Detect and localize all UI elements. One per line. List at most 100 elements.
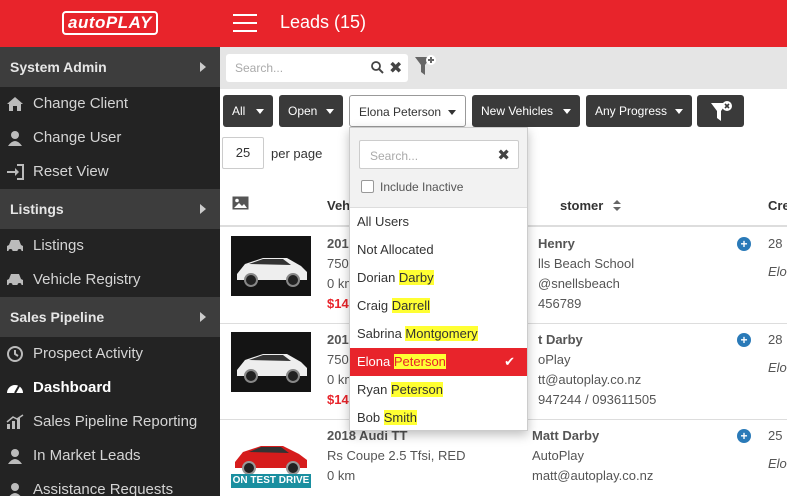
search-bar-row: Search... ✖ — [220, 47, 787, 89]
add-icon[interactable]: + — [737, 237, 751, 251]
customer-company: AutoPlay — [532, 448, 585, 463]
clear-search-icon[interactable]: ✖ — [389, 58, 402, 78]
customer-name: t Darby — [538, 332, 583, 347]
car-icon — [7, 240, 23, 253]
search-icon[interactable] — [371, 61, 384, 74]
dropdown-option[interactable]: Bob Smith — [350, 404, 527, 432]
top-bar: autoPLAY Leads (15) — [0, 0, 787, 47]
user-icon — [9, 483, 21, 496]
sidebar: System Admin Change Client Change User R… — [0, 47, 220, 496]
option-last-name: Peterson — [393, 354, 446, 369]
customer-company: lls Beach School — [538, 256, 635, 271]
option-first-name: Bob — [357, 410, 384, 425]
filter-options-button[interactable] — [697, 95, 744, 127]
search-input[interactable]: Search... ✖ — [226, 54, 408, 82]
option-last-name: Darrell — [391, 298, 430, 313]
vehicle-thumbnail[interactable] — [231, 332, 311, 392]
sidebar-item-in-market-leads[interactable]: In Market Leads — [0, 439, 220, 473]
customer-info: Matt Darby AutoPlay matt@autoplay.co.nz — [532, 426, 653, 486]
add-filter-icon[interactable] — [414, 55, 438, 79]
dashboard-icon — [7, 385, 23, 394]
clear-search-icon[interactable]: ✖ — [497, 146, 510, 164]
sidebar-section-system-admin[interactable]: System Admin — [0, 47, 220, 87]
car-icon — [7, 274, 23, 287]
user-icon — [8, 449, 22, 464]
add-icon[interactable]: + — [737, 333, 751, 347]
option-last-name: Smith — [383, 410, 417, 425]
per-page-input[interactable]: 25 — [222, 137, 264, 169]
sidebar-section-label: System Admin — [10, 59, 107, 75]
customer-name: Matt Darby — [532, 428, 600, 443]
dropdown-option[interactable]: Not Allocated — [350, 236, 527, 264]
created-info: 28 Elo — [768, 234, 787, 282]
customer-email: tt@autoplay.co.nz — [538, 372, 642, 387]
sidebar-item-label: Vehicle Registry — [33, 271, 141, 288]
option-last-name: Montgomery — [405, 326, 478, 341]
sidebar-section-listings[interactable]: Listings — [0, 189, 220, 229]
app-logo[interactable]: autoPLAY — [62, 11, 158, 35]
customer-company: oPlay — [538, 352, 571, 367]
vehicle-model: Rs Coupe 2.5 Tfsi, RED — [327, 448, 466, 463]
filter-progress-button[interactable]: Any Progress — [586, 95, 692, 127]
checkmark-icon: ✔ — [504, 354, 515, 369]
filter-status-button[interactable]: Open — [279, 95, 343, 127]
option-last-name: Darby — [398, 270, 434, 285]
sign-in-icon — [7, 164, 24, 180]
option-first-name: All Users — [357, 214, 410, 229]
sidebar-item-reset-view[interactable]: Reset View — [0, 155, 220, 189]
dropdown-option[interactable]: Sabrina Montgomery — [350, 320, 527, 348]
vehicle-thumbnail[interactable] — [231, 236, 311, 296]
column-header-customer[interactable]: stomer — [560, 198, 621, 213]
customer-email: @snellsbeach — [538, 276, 620, 291]
sidebar-item-change-client[interactable]: Change Client — [0, 87, 220, 121]
per-page-label: per page — [271, 146, 323, 161]
filter-all-label: All — [232, 104, 246, 118]
dropdown-header: Search... ✖ Include Inactive — [350, 128, 527, 208]
sidebar-item-prospect-activity[interactable]: Prospect Activity — [0, 337, 220, 371]
sidebar-item-dashboard[interactable]: Dashboard — [0, 371, 220, 405]
sidebar-item-label: In Market Leads — [33, 447, 141, 464]
sidebar-item-label: Prospect Activity — [33, 345, 144, 362]
add-icon[interactable]: + — [737, 429, 751, 443]
dropdown-option[interactable]: Dorian Darby — [350, 264, 527, 292]
column-header-created[interactable]: Cre — [768, 198, 787, 213]
caret-down-icon — [448, 110, 456, 115]
image-icon — [232, 196, 249, 210]
dropdown-option-selected[interactable]: Elona Peterson ✔ — [350, 348, 527, 376]
option-first-name: Sabrina — [357, 326, 406, 341]
sidebar-item-label: Dashboard — [33, 379, 112, 396]
sidebar-item-assistance-requests[interactable]: Assistance Requests — [0, 473, 220, 496]
sidebar-item-listings[interactable]: Listings — [0, 229, 220, 263]
filter-vehicle-type-label: New Vehicles — [481, 104, 554, 118]
dropdown-option[interactable]: Craig Darrell — [350, 292, 527, 320]
caret-down-icon — [563, 109, 571, 114]
user-filter-dropdown: Search... ✖ Include Inactive All Users N… — [349, 127, 528, 431]
caret-right-icon — [200, 62, 206, 72]
filter-all-button[interactable]: All — [223, 95, 273, 127]
assigned-user: Elo — [768, 456, 787, 471]
sidebar-item-change-user[interactable]: Change User — [0, 121, 220, 155]
car-photo-icon — [231, 236, 311, 296]
dropdown-option[interactable]: All Users — [350, 208, 527, 236]
created-info: 28 Elo — [768, 330, 787, 378]
vehicle-odometer: 0 km — [327, 468, 356, 483]
option-first-name: Ryan — [357, 382, 391, 397]
filter-vehicle-type-button[interactable]: New Vehicles — [472, 95, 580, 127]
option-first-name: Not Allocated — [357, 242, 434, 257]
dropdown-search-input[interactable]: Search... ✖ — [359, 140, 519, 169]
sidebar-item-label: Change User — [33, 129, 122, 146]
sidebar-item-vehicle-registry[interactable]: Vehicle Registry — [0, 263, 220, 297]
filter-user-button[interactable]: Elona Peterson — [349, 95, 466, 127]
sidebar-item-sales-pipeline-reporting[interactable]: Sales Pipeline Reporting — [0, 405, 220, 439]
menu-toggle-icon[interactable] — [233, 14, 257, 32]
filter-clear-icon — [711, 101, 732, 121]
sort-icon — [612, 200, 621, 211]
filter-status-label: Open — [288, 104, 318, 118]
sidebar-item-label: Assistance Requests — [33, 481, 174, 496]
sidebar-section-sales-pipeline[interactable]: Sales Pipeline — [0, 297, 220, 337]
dropdown-option[interactable]: Ryan Peterson — [350, 376, 527, 404]
column-header-customer-label: stomer — [560, 198, 604, 213]
vehicle-thumbnail[interactable]: ON TEST DRIVE — [231, 428, 311, 488]
sidebar-item-label: Sales Pipeline Reporting — [33, 413, 198, 430]
include-inactive-checkbox[interactable] — [361, 180, 374, 193]
